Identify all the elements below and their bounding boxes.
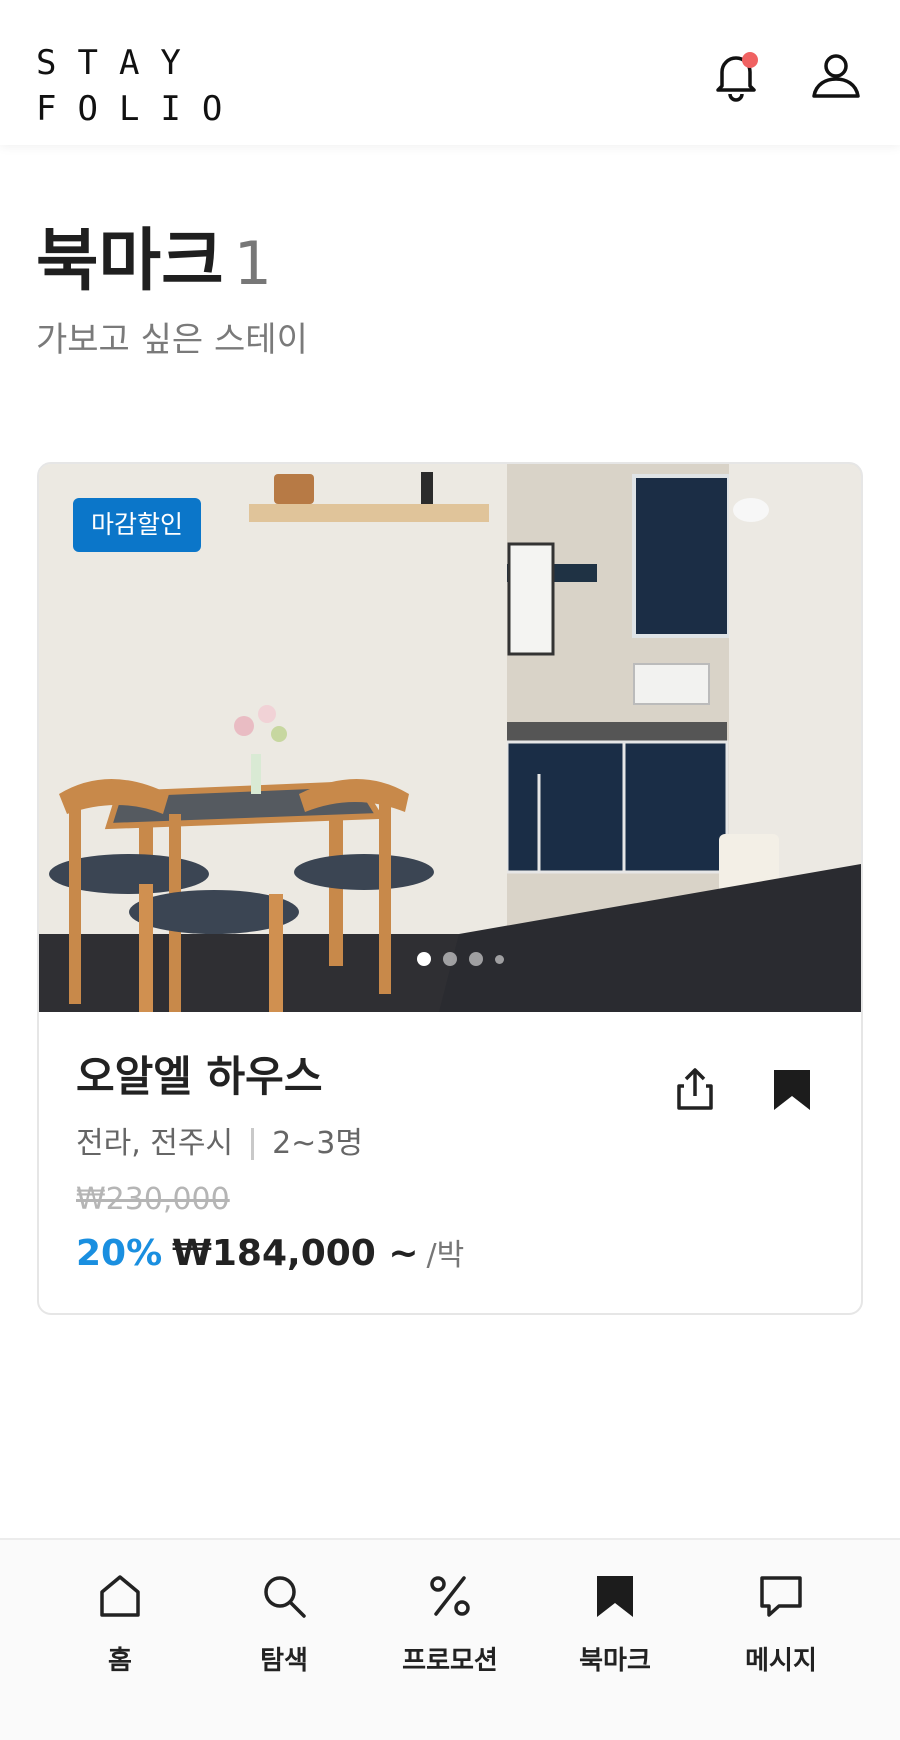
pagination-dot[interactable] (469, 952, 483, 966)
nav-label-bookmark: 북마크 (579, 1646, 651, 1676)
last-minute-badge: 마감할인 (73, 498, 202, 552)
price-row: 20% ₩184,000 ~ /박 (76, 1229, 464, 1281)
share-icon[interactable] (667, 1062, 723, 1118)
nav-item-search[interactable]: 탐색 (209, 1570, 359, 1710)
page-title-text: 북마크 (36, 222, 224, 301)
stay-location: 전라, 전주시 (76, 1126, 234, 1161)
logo-line-2: FOLIO (36, 89, 244, 129)
stayfolio-logo[interactable]: STAY FOLIO (36, 40, 243, 132)
nav-item-promotion[interactable]: 프로모션 (375, 1570, 525, 1710)
stay-meta: 전라, 전주시 2~3명 (76, 1124, 363, 1164)
stay-name[interactable]: 오알엘 하우스 (76, 1049, 322, 1105)
search-icon (264, 1576, 306, 1618)
stay-photo[interactable]: 마감할인 (39, 464, 861, 1012)
original-price: ₩230,000 (76, 1182, 230, 1217)
nav-label-home: 홈 (108, 1646, 132, 1676)
bookmark-icon (597, 1576, 633, 1617)
sale-price: ₩184,000 ~ (172, 1233, 419, 1274)
page-title: 북마크 1 (36, 222, 272, 304)
user-icon[interactable] (808, 48, 864, 104)
nav-label-message: 메시지 (745, 1646, 817, 1676)
home-icon (100, 1575, 140, 1617)
nav-item-bookmark[interactable]: 북마크 (540, 1570, 690, 1710)
bottom-nav: 홈 탐색 프로모션 북마크 메시지 (0, 1538, 900, 1740)
meta-divider (251, 1128, 255, 1160)
nav-item-message[interactable]: 메시지 (706, 1570, 856, 1710)
price-unit: /박 (426, 1238, 465, 1273)
page-subtitle: 가보고 싶은 스테이 (36, 320, 308, 360)
stay-guests: 2~3명 (272, 1126, 363, 1161)
pagination-dot[interactable] (417, 952, 431, 966)
nav-label-search: 탐색 (260, 1646, 308, 1676)
logo-line-1: STAY (36, 43, 202, 83)
percent-icon (430, 1576, 470, 1616)
notification-dot (742, 52, 758, 68)
top-header: STAY FOLIO (0, 0, 900, 145)
image-pagination[interactable] (417, 952, 504, 966)
bookmark-filled-icon[interactable] (764, 1062, 820, 1118)
nav-label-promotion: 프로모션 (402, 1646, 498, 1676)
pagination-dot[interactable] (495, 954, 504, 964)
stay-card[interactable]: 마감할인 오알엘 하우스 전라, 전주시 2~3명 ₩230,000 20% ₩… (37, 462, 863, 1315)
message-icon (760, 1576, 802, 1617)
pagination-dot[interactable] (443, 952, 457, 966)
bookmark-count: 1 (233, 229, 272, 299)
discount-rate: 20% (76, 1233, 163, 1274)
nav-item-home[interactable]: 홈 (45, 1570, 195, 1710)
